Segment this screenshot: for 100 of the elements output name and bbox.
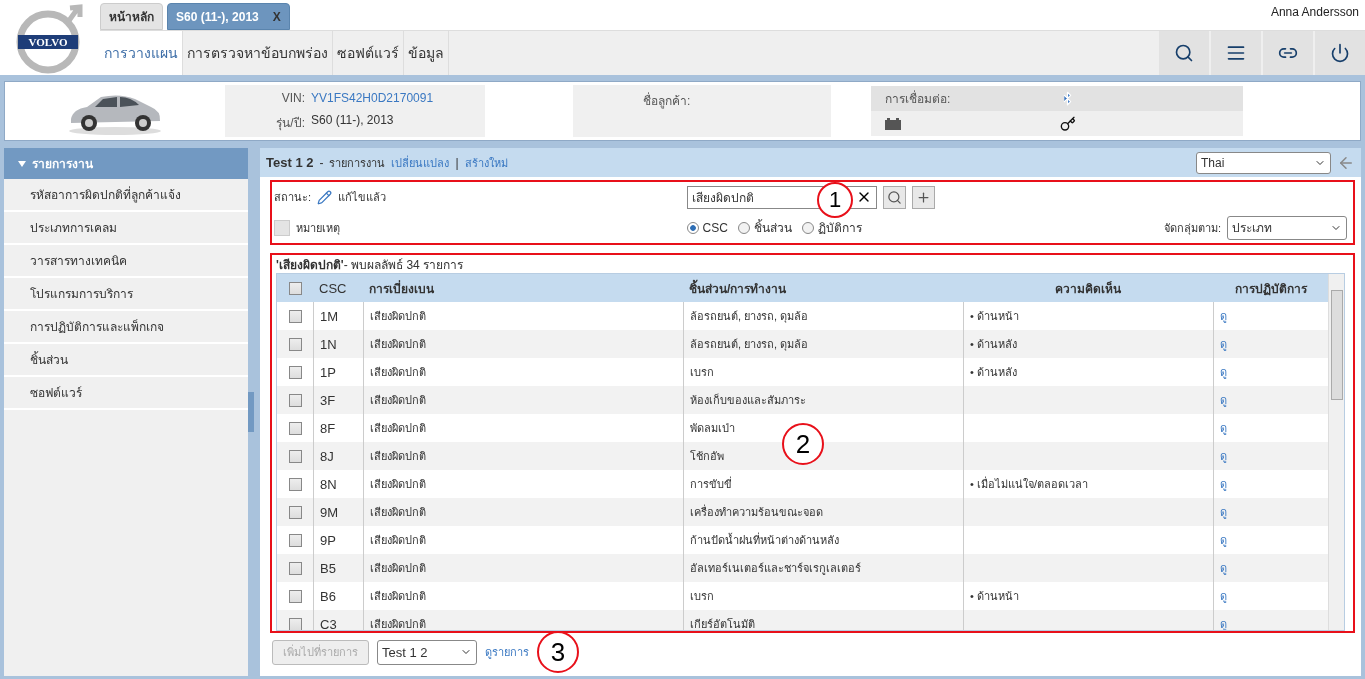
toolbar-button[interactable] [1159, 31, 1209, 75]
tab[interactable]: S60 (11-), 2013 X [167, 3, 290, 30]
column-header: CSC [313, 274, 363, 302]
toolbar-button[interactable] [1263, 31, 1313, 75]
view-link[interactable]: ดู [1220, 335, 1227, 353]
group-select[interactable]: ประเภท [1227, 215, 1347, 240]
checkbox[interactable] [288, 477, 302, 491]
table-cell: เสียงผิดปกติ [363, 442, 683, 470]
table-cell: 1N [313, 330, 363, 358]
model-value: S60 (11-), 2013 [311, 112, 395, 129]
checkbox[interactable] [288, 533, 302, 547]
scrollbar[interactable] [1328, 274, 1344, 630]
sidebar-item[interactable]: ประเภทการเคลม [4, 212, 248, 245]
table-cell: 8J [313, 442, 363, 470]
view-link[interactable]: ดู [1220, 307, 1227, 325]
view-link[interactable]: ดู [1220, 615, 1227, 630]
view-link[interactable]: ดู [1220, 559, 1227, 577]
search-icon [886, 189, 902, 205]
close-button[interactable]: X [272, 9, 281, 24]
list-select[interactable]: Test 1 2 [377, 639, 477, 665]
radio-option[interactable]: ชิ้นส่วน [737, 218, 792, 238]
checkbox[interactable] [288, 505, 302, 519]
language-select[interactable]: Thai [1196, 151, 1331, 174]
checkbox[interactable] [288, 393, 302, 407]
table-cell: B5 [313, 554, 363, 582]
view-link[interactable]: ดู [1220, 475, 1227, 493]
view-link[interactable]: ดู [1220, 391, 1227, 409]
checkbox[interactable] [288, 617, 302, 630]
customer-label: ชื่อลูกค้า: [573, 85, 831, 137]
key-icon [1060, 115, 1076, 132]
view-list-link[interactable]: ดูรายการ [485, 643, 529, 661]
checkbox[interactable] [288, 281, 302, 295]
sidebar-item[interactable]: โปรแกรมการบริการ [4, 278, 248, 311]
checkbox[interactable] [288, 561, 302, 575]
checkbox[interactable] [288, 337, 302, 351]
table-cell: เสียงผิดปกติ [363, 498, 683, 526]
power-icon [1330, 43, 1350, 63]
note-icon [274, 219, 290, 236]
new-link[interactable]: สร้างใหม่ [464, 153, 508, 172]
view-link[interactable]: ดู [1220, 447, 1227, 465]
table-cell: 9M [313, 498, 363, 526]
checkbox[interactable] [288, 309, 302, 323]
view-link[interactable]: ดู [1220, 419, 1227, 437]
callout-number: 1 [817, 182, 853, 218]
search-icon [1174, 43, 1194, 63]
vin-label: VIN: [280, 90, 305, 105]
table-cell: เกียร์อัตโนมัติ [683, 610, 963, 630]
column-header: การเบี่ยงเบน [363, 274, 683, 302]
worklist-title: รายการงาน [329, 155, 386, 171]
view-link[interactable]: ดู [1220, 503, 1227, 521]
column-header: การปฏิบัติการ [1213, 274, 1328, 302]
add-button[interactable] [911, 185, 935, 209]
sidebar-item[interactable]: ชิ้นส่วน [4, 344, 248, 377]
sidebar-item[interactable]: ซอฟต์แวร์ [4, 377, 248, 410]
collapse-handle[interactable] [248, 392, 254, 432]
view-link[interactable]: ดู [1220, 363, 1227, 381]
plus-icon [915, 189, 931, 205]
table-cell: เสียงผิดปกติ [363, 386, 683, 414]
callout-number: 3 [537, 631, 579, 673]
sidebar-item[interactable]: รหัสอาการผิดปกติที่ลูกค้าแจ้ง [4, 179, 248, 212]
battery-icon [885, 117, 901, 130]
table-cell: • ด้านหลัง [963, 330, 1213, 358]
checkbox[interactable] [288, 589, 302, 603]
table-cell: C3 [313, 610, 363, 630]
toolbar-button[interactable] [1315, 31, 1365, 75]
table-cell: เสียงผิดปกติ [363, 330, 683, 358]
search-button[interactable] [882, 185, 906, 209]
column-header: ความคิดเห็น [963, 274, 1213, 302]
group-label: จัดกลุ่มตาม: [1163, 220, 1221, 237]
sidebar-item[interactable]: การปฏิบัติการและแพ็กเกจ [4, 311, 248, 344]
checkbox[interactable] [288, 421, 302, 435]
status-value: แก้ไขแล้ว [338, 190, 387, 206]
connection-label: การเชื่อมต่อ: [871, 86, 1046, 111]
user-name: Anna Andersson [1270, 5, 1359, 19]
view-link[interactable]: ดู [1220, 587, 1227, 605]
toolbar-button[interactable] [1211, 31, 1261, 75]
tab[interactable]: หน้าหลัก [100, 3, 163, 30]
checkbox[interactable] [288, 449, 302, 463]
radio-option[interactable]: CSC [686, 220, 728, 235]
note-label: หมายเหตุ [296, 220, 340, 237]
radio-option[interactable]: ฏิบัติการ [801, 218, 862, 238]
vin-value: YV1FS42H0D2170091 [311, 90, 435, 105]
separator: - [319, 155, 324, 170]
sidebar-header[interactable]: รายการงาน [4, 148, 248, 179]
table-cell: อัลเทอร์เนเตอร์และชาร์จเรกูเลเตอร์ [683, 554, 963, 582]
nav-tab[interactable]: การวางแผน [100, 31, 183, 75]
results-summary: 'เสียงผิดปกติ'- พบผลลัพธ์ 34 รายการ [276, 256, 465, 273]
sidebar-item[interactable]: วารสารทางเทคนิค [4, 245, 248, 278]
checkbox[interactable] [288, 365, 302, 379]
model-label: รุ่น/ปี: [275, 114, 305, 132]
change-link[interactable]: เปลี่ยนแปลง [391, 153, 450, 172]
pencil-icon [317, 189, 333, 205]
menu-icon [1226, 43, 1246, 63]
table-cell: 3F [313, 386, 363, 414]
table-cell: ล้อรถยนต์, ยางรถ, ดุมล้อ [683, 330, 963, 358]
table-cell: เสียงผิดปกติ [363, 554, 683, 582]
table-cell: เครื่องทำความร้อนขณะจอด [683, 498, 963, 526]
view-link[interactable]: ดู [1220, 531, 1227, 549]
worklist-name: Test 1 2 [266, 155, 314, 170]
table-cell: ห้องเก็บของและสัมภาระ [683, 386, 963, 414]
